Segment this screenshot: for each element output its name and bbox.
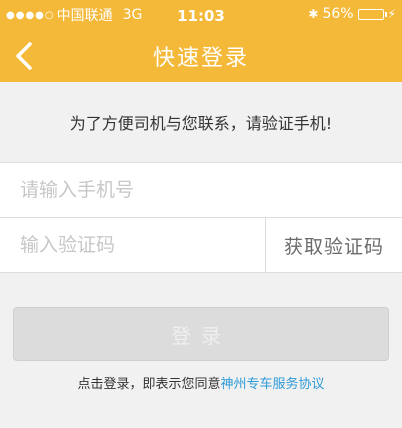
get-code-button[interactable]: 获取验证码 bbox=[265, 218, 402, 272]
signal-strength-icon: ●●●●○ bbox=[6, 9, 55, 21]
back-chevron-icon[interactable] bbox=[10, 38, 40, 74]
page-title: 快速登录 bbox=[152, 46, 249, 71]
phone-row bbox=[0, 162, 402, 218]
login-button[interactable]: 登录 bbox=[13, 307, 389, 361]
phone-input[interactable] bbox=[0, 162, 402, 218]
charging-icon: ⚡ bbox=[387, 7, 396, 21]
agreement-prefix: 点击登录，即表示您同意 bbox=[77, 377, 221, 392]
login-form: 获取验证码 bbox=[0, 162, 402, 273]
service-agreement-link[interactable]: 神州专车服务协议 bbox=[221, 377, 325, 392]
navigation-bar: 快速登录 bbox=[0, 30, 402, 82]
status-time: 11:03 bbox=[177, 7, 225, 25]
status-bar: ●●●●○ 中国联通 3G 11:03 ✱ 56% ⚡ bbox=[0, 0, 402, 30]
network-type: 3G bbox=[122, 7, 143, 23]
bluetooth-icon: ✱ bbox=[308, 7, 319, 21]
agreement-text: 点击登录，即表示您同意神州专车服务协议 bbox=[13, 373, 389, 392]
status-right: ✱ 56% ⚡ bbox=[308, 6, 396, 22]
carrier-name: 中国联通 bbox=[56, 8, 113, 24]
battery-icon bbox=[357, 8, 387, 20]
code-row: 获取验证码 bbox=[0, 217, 402, 273]
battery-percent: 56% bbox=[322, 6, 354, 22]
verification-code-input[interactable] bbox=[0, 217, 265, 273]
login-section: 登录 点击登录，即表示您同意神州专车服务协议 bbox=[0, 273, 402, 392]
verification-notice: 为了方便司机与您联系，请验证手机! bbox=[69, 114, 333, 133]
back-chevron-icon-svg bbox=[16, 42, 32, 70]
top-bar: ●●●●○ 中国联通 3G 11:03 ✱ 56% ⚡ 快速登录 bbox=[0, 0, 402, 82]
